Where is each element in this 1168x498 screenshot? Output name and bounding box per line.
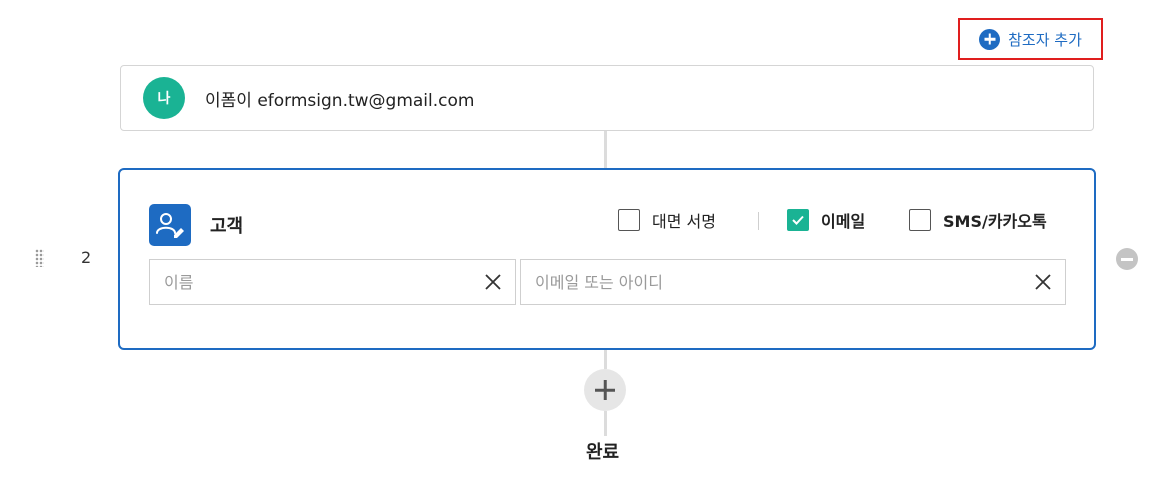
user-edit-icon [149,204,191,246]
flow-connector [604,411,607,436]
name-input[interactable] [164,272,471,292]
complete-label: 완료 [586,442,620,463]
close-icon[interactable] [471,260,515,304]
checkbox-email[interactable] [787,209,809,231]
check-icon [792,215,804,225]
divider [758,212,759,230]
plus-circle-icon [979,28,1001,50]
role-label: 고객 [210,216,244,237]
option-sms-kakao-label: SMS/카카오톡 [943,212,1047,231]
name-field[interactable] [149,259,516,305]
avatar: 나 [143,77,185,119]
email-field[interactable] [520,259,1066,305]
email-input[interactable] [535,272,1021,292]
sender-name-email: 이폼이 eformsign.tw@gmail.com [205,90,475,111]
sender-card: 나 이폼이 eformsign.tw@gmail.com [120,65,1094,131]
option-sms-kakao[interactable]: SMS/카카오톡 [909,208,1047,232]
option-email[interactable]: 이메일 [787,208,865,232]
checkbox-sms-kakao[interactable] [909,209,931,231]
checkbox-in-person[interactable] [618,209,640,231]
close-icon[interactable] [1021,260,1065,304]
option-in-person[interactable]: 대면 서명 [618,208,716,232]
step-number: 2 [81,248,92,267]
option-email-label: 이메일 [821,212,866,231]
add-cc-button[interactable]: 참조자 추가 [958,18,1103,60]
flow-connector [604,350,607,369]
minus-circle-icon[interactable] [1116,248,1138,270]
drag-handle-icon[interactable] [35,249,44,267]
add-step-button[interactable] [584,369,626,411]
add-cc-label: 참조자 추가 [1008,30,1082,49]
flow-connector [604,131,607,168]
option-in-person-label: 대면 서명 [652,212,716,231]
recipient-card: 고객 대면 서명 이메일 SMS/카카오톡 [118,168,1096,350]
